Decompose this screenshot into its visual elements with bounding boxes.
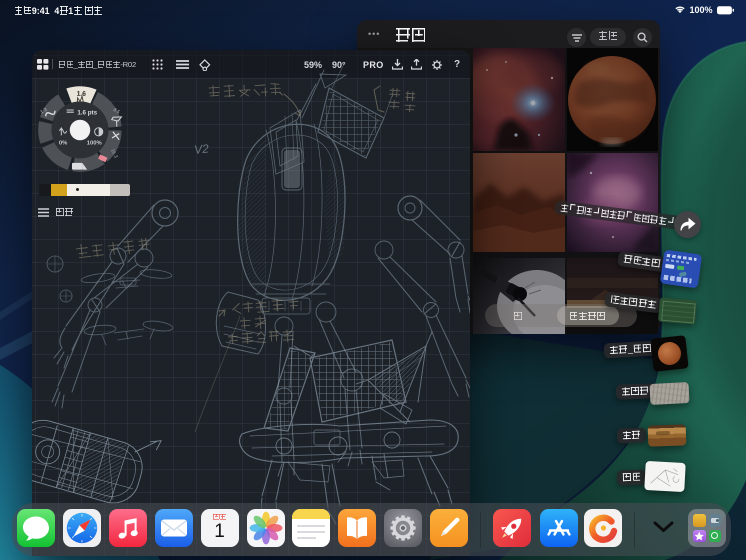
svg-text:1.6 pts: 1.6 pts bbox=[77, 109, 97, 116]
svg-text:0%: 0% bbox=[59, 141, 68, 147]
svg-text:100%: 100% bbox=[87, 141, 103, 147]
svg-text:V2: V2 bbox=[193, 141, 209, 156]
